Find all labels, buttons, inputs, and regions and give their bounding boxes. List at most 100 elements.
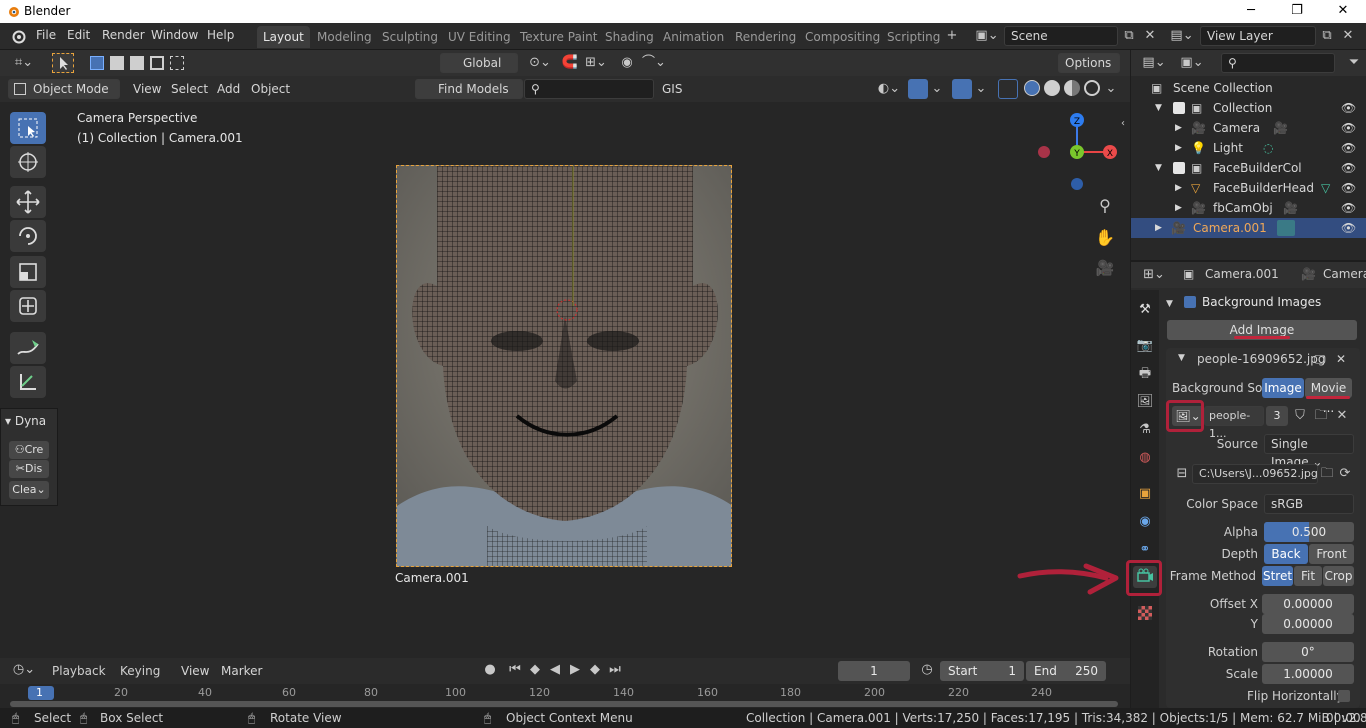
object-mode-dropdown[interactable]: Object Mode	[8, 79, 120, 99]
alpha-slider[interactable]: 0.500	[1264, 522, 1354, 542]
select-mode-invert-icon[interactable]	[150, 56, 164, 70]
offset-x-field[interactable]: 0.00000	[1262, 594, 1354, 614]
show-background-image-icon[interactable]: 🖵	[1314, 352, 1326, 367]
offset-y-field[interactable]: 0.00000	[1262, 614, 1354, 634]
fake-user-icon[interactable]: ⛉	[1290, 406, 1310, 426]
outliner-filter-icon[interactable]: ⏷	[1345, 53, 1363, 73]
expand-arrow-icon[interactable]: ▶	[1175, 118, 1182, 138]
scene-name-field[interactable]: Scene	[1004, 26, 1118, 46]
frame-fit-button[interactable]: Fit	[1294, 566, 1322, 586]
frame-crop-button[interactable]: Crop	[1323, 566, 1354, 586]
view-layer-tab-icon[interactable]: 🖼	[1135, 392, 1155, 412]
outliner-row-facebuilderhead[interactable]: ▶ ▽ FaceBuilderHead ▽ 👁	[1131, 178, 1366, 198]
output-tab-icon[interactable]: 🖶	[1135, 364, 1155, 384]
minimize-button[interactable]: ─	[1228, 0, 1274, 23]
properties-editor-type-icon[interactable]: ⊞⌄	[1139, 265, 1169, 285]
select-mode-extend-icon[interactable]	[110, 56, 124, 70]
outliner-display-mode-icon[interactable]: ▣⌄	[1177, 53, 1207, 73]
timeline-marker-menu[interactable]: Marker	[221, 664, 262, 678]
menu-render[interactable]: Render	[102, 28, 145, 42]
select-mode-intersect-icon[interactable]	[170, 56, 184, 70]
jump-start-icon[interactable]: ⏮	[506, 660, 524, 680]
tool-select-box[interactable]	[10, 112, 46, 144]
checkbox-icon[interactable]	[1173, 162, 1185, 174]
image-users-count[interactable]: 3	[1266, 406, 1288, 426]
close-window-button[interactable]: ✕	[1320, 0, 1366, 23]
shading-dropdown-icon[interactable]: ⌄	[1104, 79, 1118, 99]
tab-layout[interactable]: Layout	[257, 26, 310, 48]
zoom-icon[interactable]: ⚲	[1094, 196, 1116, 216]
source-image-button[interactable]: Image	[1262, 378, 1304, 398]
depth-front-button[interactable]: Front	[1309, 544, 1354, 564]
scene-selector-icon[interactable]: ▣⌄	[972, 26, 1002, 46]
menu-file[interactable]: File	[36, 28, 56, 42]
dyna-panel-header[interactable]: ▾ Dyna	[5, 411, 57, 431]
eye-icon[interactable]: 👁	[1341, 118, 1356, 138]
expand-arrow-icon[interactable]: ▶	[1175, 178, 1182, 198]
camera-view-icon[interactable]: 🎥	[1094, 258, 1116, 278]
filepath-browse-icon[interactable]: 🗀	[1318, 464, 1336, 484]
tab-texture-paint[interactable]: Texture Paint	[514, 26, 603, 48]
menu-help[interactable]: Help	[207, 28, 234, 42]
gizmo-dropdown-icon[interactable]: ⌄	[930, 79, 944, 99]
editor-type-icon[interactable]: ⌗⌄	[8, 53, 40, 73]
menu-view[interactable]: View	[133, 82, 161, 96]
texture-tab-icon[interactable]	[1138, 606, 1152, 620]
outliner-row-facebuildercol[interactable]: ▼ ▣ FaceBuilderCol 👁	[1131, 158, 1366, 178]
tool-move[interactable]	[10, 186, 46, 218]
tab-modeling[interactable]: Modeling	[311, 26, 378, 48]
expand-arrow-icon[interactable]: ▼	[1155, 98, 1162, 118]
reload-image-icon[interactable]: ⟳	[1336, 464, 1354, 484]
playback-dropdown[interactable]: Playback ⌄	[52, 662, 118, 696]
tool-transform[interactable]	[10, 290, 46, 322]
options-dropdown[interactable]: Options ⌄	[1058, 53, 1120, 88]
physics-tab-icon[interactable]: ◉	[1135, 512, 1155, 532]
preview-range-icon[interactable]: ◷	[918, 660, 936, 680]
pivot-point-icon[interactable]: ⊙⌄	[524, 53, 556, 73]
snap-target-icon[interactable]: ⊞⌄	[582, 53, 610, 73]
depth-back-button[interactable]: Back	[1264, 544, 1308, 564]
image-datablock-field[interactable]: people-1...	[1204, 406, 1264, 440]
panel-collapse-icon[interactable]: ▼	[1166, 299, 1173, 309]
overlays-toggle-icon[interactable]	[952, 79, 972, 99]
checkbox-icon[interactable]	[1173, 102, 1185, 114]
eye-icon[interactable]: 👁	[1341, 218, 1356, 238]
flip-horizontally-checkbox[interactable]	[1338, 690, 1350, 702]
source-movie-button[interactable]: Movie ...	[1305, 378, 1352, 415]
jump-end-icon[interactable]: ⏭	[606, 660, 624, 680]
expand-arrow-icon[interactable]: ▼	[1155, 158, 1162, 178]
prev-keyframe-icon[interactable]: ◆	[526, 660, 544, 680]
unlink-image-icon[interactable]: ✕	[1332, 406, 1352, 426]
outliner-search-input[interactable]: ⚲	[1221, 53, 1335, 73]
menu-edit[interactable]: Edit	[67, 28, 90, 42]
copy-scene-icon[interactable]: ⧉	[1120, 26, 1138, 46]
tool-rotate[interactable]	[10, 220, 46, 252]
tab-scripting[interactable]: Scripting	[881, 26, 946, 48]
find-models-dropdown[interactable]: Find Models	[415, 79, 523, 99]
select-mode-subtract-icon[interactable]	[130, 56, 144, 70]
shading-material-icon[interactable]	[1064, 80, 1080, 96]
visibility-filter-icon[interactable]: ◐⌄	[872, 79, 906, 99]
transform-orientation-dropdown[interactable]: Global	[440, 53, 518, 73]
outliner-row-collection[interactable]: ▼ ▣ Collection 👁	[1131, 98, 1366, 118]
dyna-clear-dropdown[interactable]: Clea⌄	[9, 481, 49, 499]
color-space-dropdown[interactable]: sRGB	[1264, 494, 1354, 514]
expand-arrow-icon[interactable]: ▶	[1155, 218, 1162, 238]
object-tab-icon[interactable]: ▣	[1135, 484, 1155, 504]
remove-background-image-icon[interactable]: ✕	[1336, 352, 1346, 366]
current-frame-field[interactable]: 1	[838, 661, 910, 681]
record-icon[interactable]: ●	[481, 660, 499, 680]
eye-icon[interactable]: 👁	[1341, 158, 1356, 178]
tool-scale[interactable]	[10, 256, 46, 288]
menu-window[interactable]: Window	[151, 28, 198, 42]
open-image-folder-icon[interactable]: 🗀	[1311, 406, 1331, 426]
render-tab-icon[interactable]: 📷	[1135, 336, 1155, 356]
timeline-scrollbar[interactable]	[10, 701, 1118, 707]
timeline-view-menu[interactable]: View	[181, 664, 209, 678]
tab-uv-editing[interactable]: UV Editing	[442, 26, 517, 48]
select-tool-icon[interactable]	[52, 53, 74, 73]
menu-add[interactable]: Add	[217, 82, 240, 96]
shading-solid-icon[interactable]	[1044, 80, 1060, 96]
proportional-falloff-icon[interactable]: ⌒⌄	[640, 53, 668, 73]
maximize-button[interactable]: ❐	[1274, 0, 1320, 23]
